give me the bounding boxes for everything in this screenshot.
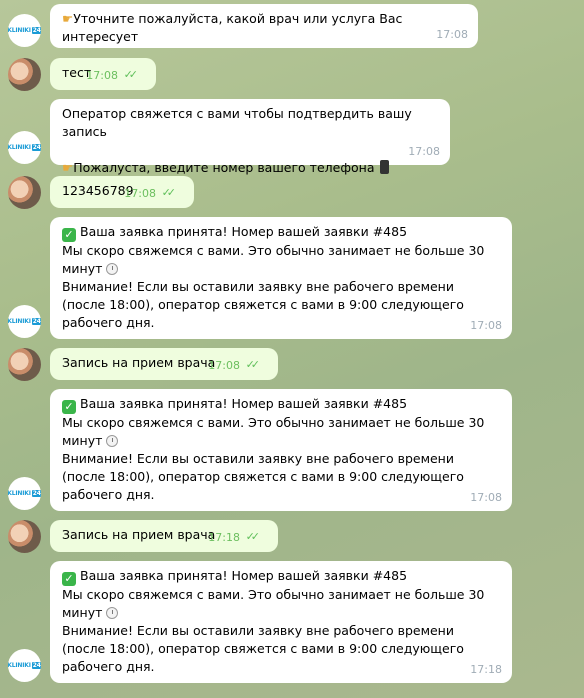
message-time: 17:08 xyxy=(470,319,502,332)
check-mark-icon: ✓ xyxy=(62,400,76,414)
user-avatar[interactable] xyxy=(8,520,41,553)
message-line: минут xyxy=(62,604,500,622)
incoming-message: KLINIKI 24 ✓ Ваша заявка принята! Номер ваш… xyxy=(0,389,584,511)
message-line: (после 18:00), оператор свяжется с вами … xyxy=(62,469,464,484)
logo-badge: 24 xyxy=(31,662,41,669)
message-line: Мы скоро свяжемся с вами. Это обычно зан… xyxy=(62,587,485,602)
message-bubble[interactable]: Оператор свяжется с вами чтобы подтверди… xyxy=(50,99,450,175)
bot-avatar[interactable]: KLINIKI 24 xyxy=(8,14,41,47)
message-time: 17:18 xyxy=(208,531,240,544)
message-bubble[interactable]: тест ✓✓ 17:08 xyxy=(50,58,156,90)
message-bubble[interactable]: ✓ Ваша заявка принята! Номер вашей заявки… xyxy=(50,389,512,511)
message-line: минут xyxy=(62,432,500,450)
message-line: Мы скоро свяжемся с вами. Это обычно зан… xyxy=(62,243,485,258)
pointing-hand-icon: ☛ xyxy=(62,160,74,175)
logo-badge: 24 xyxy=(31,318,41,325)
check-mark-icon: ✓ xyxy=(62,228,76,242)
clock-icon xyxy=(106,607,119,619)
clinic-logo: KLINIKI 24 xyxy=(8,490,41,497)
outgoing-message: 123456789 ✓✓ 17:08 xyxy=(0,176,584,209)
message-time: 17:18 xyxy=(470,663,502,676)
user-avatar[interactable] xyxy=(8,348,41,381)
message-line: рабочего дня. xyxy=(62,487,155,502)
message-time: 17:08 xyxy=(408,145,440,158)
clinic-logo: KLINIKI 24 xyxy=(8,318,41,325)
logo-badge: 24 xyxy=(31,27,41,34)
message-bubble[interactable]: ✓ Ваша заявка принята! Номер вашей заявки… xyxy=(50,217,512,339)
check-mark-icon: ✓ xyxy=(62,572,76,586)
bot-avatar[interactable]: KLINIKI 24 xyxy=(8,477,41,510)
message-line: ✓ Ваша заявка принята! Номер вашей заявки… xyxy=(62,223,500,242)
message-bubble[interactable]: ☛Уточните пожалуйста, какой врач или усл… xyxy=(50,4,478,48)
user-avatar[interactable] xyxy=(8,176,41,209)
incoming-message: KLINIKI 24 ✓ Ваша заявка принята! Номер ваш… xyxy=(0,561,584,683)
message-line: ✓ Ваша заявка принята! Номер вашей заявки… xyxy=(62,567,500,586)
clock-icon xyxy=(106,263,119,275)
logo-text: KLINIKI xyxy=(8,490,31,497)
message-line: Внимание! Если вы оставили заявку вне ра… xyxy=(62,279,454,294)
message-line: Внимание! Если вы оставили заявку вне ра… xyxy=(62,623,454,638)
logo-badge: 24 xyxy=(31,490,41,497)
message-line: (после 18:00), оператор свяжется с вами … xyxy=(62,297,464,312)
logo-text: KLINIKI xyxy=(8,27,31,34)
message-line: (после 18:00), оператор свяжется с вами … xyxy=(62,641,464,656)
message-bubble[interactable]: Запись на прием врача ✓✓ 17:18 xyxy=(50,520,278,552)
bot-avatar[interactable]: KLINIKI 24 xyxy=(8,649,41,682)
message-text: Оператор свяжется с вами чтобы подтверди… xyxy=(62,105,438,177)
message-text: ✓ Ваша заявка принята! Номер вашей заявки… xyxy=(62,223,500,332)
message-time: 17:08 xyxy=(470,491,502,504)
message-line: ✓ Ваша заявка принята! Номер вашей заявки… xyxy=(62,395,500,414)
logo-text: KLINIKI xyxy=(8,318,31,325)
message-line: минут xyxy=(62,260,500,278)
message-line: Оператор свяжется с вами чтобы подтверди… xyxy=(62,106,416,139)
outgoing-message: Запись на прием врача ✓✓ 17:08 xyxy=(0,348,584,381)
outgoing-message: Запись на прием врача ✓✓ 17:18 xyxy=(0,520,584,553)
clinic-logo: KLINIKI 24 xyxy=(8,662,41,669)
double-check-icon: ✓✓ xyxy=(161,186,177,199)
double-check-icon: ✓✓ xyxy=(245,530,261,543)
message-time: 17:08 xyxy=(86,69,118,82)
logo-text: KLINIKI xyxy=(8,662,31,669)
chat-history: KLINIKI 24 ☛Уточните пожалуйста, какой вра… xyxy=(0,0,584,698)
mobile-phone-icon xyxy=(380,160,390,174)
message-bubble[interactable]: Запись на прием врача ✓✓ 17:08 xyxy=(50,348,278,380)
message-bubble[interactable]: ✓ Ваша заявка принята! Номер вашей заявки… xyxy=(50,561,512,683)
message-line: рабочего дня. xyxy=(62,659,155,674)
message-line: ☛Уточните пожалуйста, какой врач или усл… xyxy=(62,11,407,44)
message-text: ✓ Ваша заявка принята! Номер вашей заявки… xyxy=(62,567,500,676)
clock-icon xyxy=(106,435,119,447)
logo-text: KLINIKI xyxy=(8,144,31,151)
outgoing-message: тест ✓✓ 17:08 xyxy=(0,58,584,91)
message-line: Внимание! Если вы оставили заявку вне ра… xyxy=(62,451,454,466)
incoming-message: KLINIKI 24 ✓ Ваша заявка принята! Номер ваш… xyxy=(0,217,584,339)
message-line xyxy=(62,141,438,159)
bot-avatar[interactable]: KLINIKI 24 xyxy=(8,305,41,338)
message-line: рабочего дня. xyxy=(62,315,155,330)
message-time: 17:08 xyxy=(208,359,240,372)
clinic-logo: KLINIKI 24 xyxy=(8,144,41,151)
user-avatar[interactable] xyxy=(8,58,41,91)
message-bubble[interactable]: 123456789 ✓✓ 17:08 xyxy=(50,176,194,208)
double-check-icon: ✓✓ xyxy=(245,358,261,371)
message-line: Мы скоро свяжемся с вами. Это обычно зан… xyxy=(62,415,485,430)
message-text: ☛Уточните пожалуйста, какой врач или усл… xyxy=(62,10,466,46)
bot-avatar[interactable]: KLINIKI 24 xyxy=(8,131,41,164)
incoming-message: KLINIKI 24 Оператор свяжется с вами чтобы … xyxy=(0,99,584,175)
message-time: 17:08 xyxy=(436,28,468,41)
pointing-hand-icon: ☛ xyxy=(62,11,74,26)
double-check-icon: ✓✓ xyxy=(123,68,139,81)
clinic-logo: KLINIKI 24 xyxy=(8,27,41,34)
message-text: ✓ Ваша заявка принята! Номер вашей заявки… xyxy=(62,395,500,504)
logo-badge: 24 xyxy=(31,144,41,151)
message-time: 17:08 xyxy=(124,187,156,200)
message-line: ☛Пожалуста, введите номер вашего телефон… xyxy=(62,159,438,177)
incoming-message: KLINIKI 24 ☛Уточните пожалуйста, какой вра… xyxy=(0,4,584,48)
